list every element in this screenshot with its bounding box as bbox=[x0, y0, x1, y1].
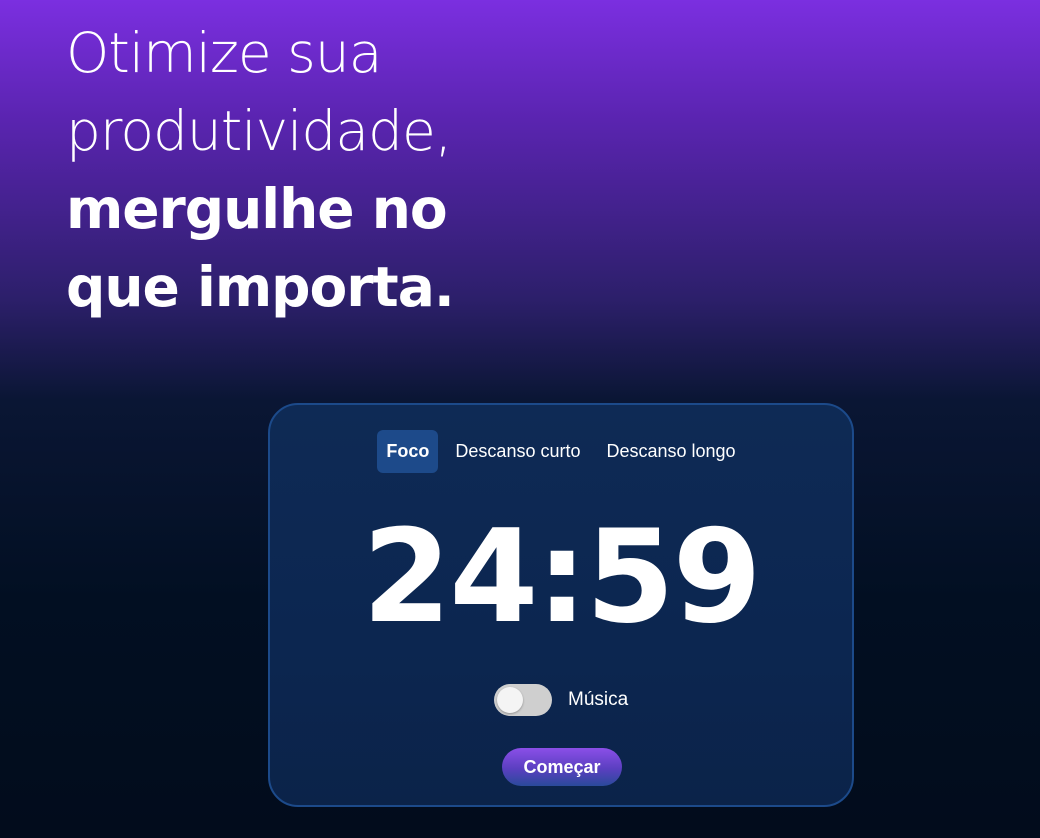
headline-line-4: que importa. bbox=[66, 255, 455, 319]
pomodoro-card: Foco Descanso curto Descanso longo 24:59… bbox=[268, 403, 854, 807]
timer-display: 24:59 bbox=[362, 503, 761, 652]
mode-tabs: Foco Descanso curto Descanso longo bbox=[270, 430, 852, 473]
tab-long-break[interactable]: Descanso longo bbox=[597, 430, 744, 473]
start-button[interactable]: Começar bbox=[502, 748, 622, 786]
toggle-knob bbox=[497, 687, 523, 713]
music-toggle[interactable] bbox=[494, 684, 552, 716]
hero-headline: Otimize sua produtividade, mergulhe no q… bbox=[66, 14, 455, 326]
music-label: Música bbox=[568, 689, 629, 710]
headline-line-2: produtividade, bbox=[66, 99, 452, 163]
headline-line-3: mergulhe no bbox=[66, 177, 448, 241]
tab-short-break[interactable]: Descanso curto bbox=[446, 430, 589, 473]
tab-focus[interactable]: Foco bbox=[377, 430, 439, 473]
music-control: Música bbox=[494, 684, 628, 716]
headline-line-1: Otimize sua bbox=[66, 21, 382, 85]
